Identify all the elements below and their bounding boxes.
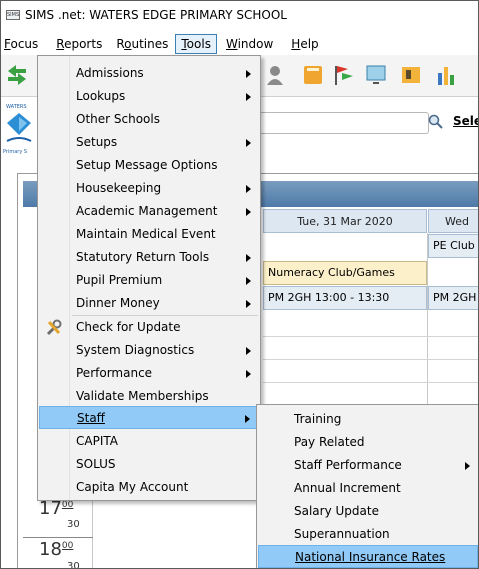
day-header-wed[interactable]: Wed (428, 209, 478, 233)
search-icon[interactable] (428, 114, 444, 130)
event-pm-2gh-wed[interactable]: PM 2GH (428, 286, 478, 310)
monitor-icon[interactable] (364, 63, 388, 87)
menu-item-staff-performance[interactable]: Staff Performance (258, 454, 478, 477)
grid-line (263, 382, 478, 383)
menu-tools[interactable]: Tools (175, 34, 217, 54)
menu-item-annual-increment[interactable]: Annual Increment (258, 477, 478, 500)
menu-item-setup-message-options[interactable]: Setup Message Options (39, 154, 259, 177)
menu-item-system-diagnostics[interactable]: System Diagnostics (39, 339, 259, 362)
back-forward-icon[interactable] (5, 63, 29, 87)
menu-item-validate-memberships[interactable]: Validate Memberships (39, 385, 259, 408)
submenu-arrow-icon (246, 70, 251, 78)
submenu-arrow-icon (245, 415, 250, 423)
menu-item-housekeeping[interactable]: Housekeeping (39, 177, 259, 200)
flags-icon[interactable] (332, 63, 356, 87)
submenu-arrow-icon (246, 370, 251, 378)
book-icon[interactable] (301, 63, 325, 87)
submenu-arrow-icon (465, 462, 470, 470)
submenu-arrow-icon (246, 347, 251, 355)
app-window: SIMS SIMS .net: WATERS EDGE PRIMARY SCHO… (0, 0, 479, 569)
tools-menu: Admissions Lookups Other Schools Setups … (37, 55, 261, 501)
svg-text:WATERS: WATERS (6, 104, 27, 110)
menu-item-solus[interactable]: SOLUS (39, 453, 259, 476)
submenu-arrow-icon (246, 208, 251, 216)
select-button[interactable]: Sele (453, 114, 478, 128)
menu-routines[interactable]: Routines (111, 34, 173, 54)
day-header-tue[interactable]: Tue, 31 Mar 2020 (263, 209, 427, 233)
submenu-arrow-icon (246, 277, 251, 285)
time-label-17: 1700 (39, 498, 74, 519)
submenu-arrow-icon (246, 93, 251, 101)
menu-bar: Focus Reports Routines Tools Window Help (1, 34, 478, 54)
menu-item-admissions[interactable]: Admissions (39, 62, 259, 85)
day-divider (427, 233, 428, 413)
sims-app-icon: SIMS (6, 10, 20, 20)
grid-line (263, 336, 478, 337)
submenu-arrow-icon (246, 254, 251, 262)
svg-text:Primary S: Primary S (3, 149, 27, 155)
time-label-18: 1800 (39, 539, 74, 560)
menu-item-salary-update[interactable]: Salary Update (258, 500, 478, 523)
menu-item-academic-management[interactable]: Academic Management (39, 200, 259, 223)
menu-item-national-insurance-rates[interactable]: National Insurance Rates (258, 545, 478, 568)
submenu-arrow-icon (246, 185, 251, 193)
contacts-icon[interactable] (399, 63, 423, 87)
chart-icon[interactable] (434, 63, 458, 87)
menu-reports[interactable]: Reports (51, 34, 107, 54)
menu-item-capita-my-account[interactable]: Capita My Account (39, 476, 259, 499)
school-logo-icon[interactable]: WATERS Primary S (3, 101, 35, 161)
submenu-arrow-icon (246, 139, 251, 147)
person-icon[interactable] (263, 63, 287, 87)
title-bar: SIMS SIMS .net: WATERS EDGE PRIMARY SCHO… (1, 1, 478, 29)
event-pe-club[interactable]: PE Club (428, 234, 478, 258)
menu-item-capita[interactable]: CAPITA (39, 430, 259, 453)
grid-line (263, 359, 478, 360)
time-divider (23, 537, 93, 538)
time-half-18: 30 (67, 561, 80, 569)
menu-item-pay-related[interactable]: Pay Related (258, 431, 478, 454)
menu-item-statutory-return-tools[interactable]: Statutory Return Tools (39, 246, 259, 269)
menu-item-maintain-medical-event[interactable]: Maintain Medical Event (39, 223, 259, 246)
menu-focus[interactable]: Focus (1, 34, 43, 54)
window-title: SIMS .net: WATERS EDGE PRIMARY SCHOOL (25, 8, 287, 22)
menu-item-check-for-update[interactable]: Check for Update (39, 316, 259, 339)
event-pm-2gh[interactable]: PM 2GH 13:00 - 13:30 (263, 286, 427, 310)
menu-item-staff[interactable]: Staff (39, 406, 259, 429)
menu-item-setups[interactable]: Setups (39, 131, 259, 154)
menu-item-training[interactable]: Training (258, 408, 478, 431)
menu-window[interactable]: Window (221, 34, 278, 54)
tools-icon (46, 319, 62, 336)
staff-submenu: Training Pay Related Staff Performance A… (256, 404, 478, 568)
app-sidebar: WATERS Primary S (1, 98, 38, 178)
menu-help[interactable]: Help (286, 34, 323, 54)
menu-item-pupil-premium[interactable]: Pupil Premium (39, 269, 259, 292)
submenu-arrow-icon (246, 300, 251, 308)
time-half-17: 30 (67, 519, 80, 530)
event-numeracy-club[interactable]: Numeracy Club/Games (263, 261, 427, 285)
menu-item-superannuation[interactable]: Superannuation (258, 523, 478, 546)
menu-item-dinner-money[interactable]: Dinner Money (39, 292, 259, 315)
menu-item-performance[interactable]: Performance (39, 362, 259, 385)
menu-item-lookups[interactable]: Lookups (39, 85, 259, 108)
menu-item-other-schools[interactable]: Other Schools (39, 108, 259, 131)
